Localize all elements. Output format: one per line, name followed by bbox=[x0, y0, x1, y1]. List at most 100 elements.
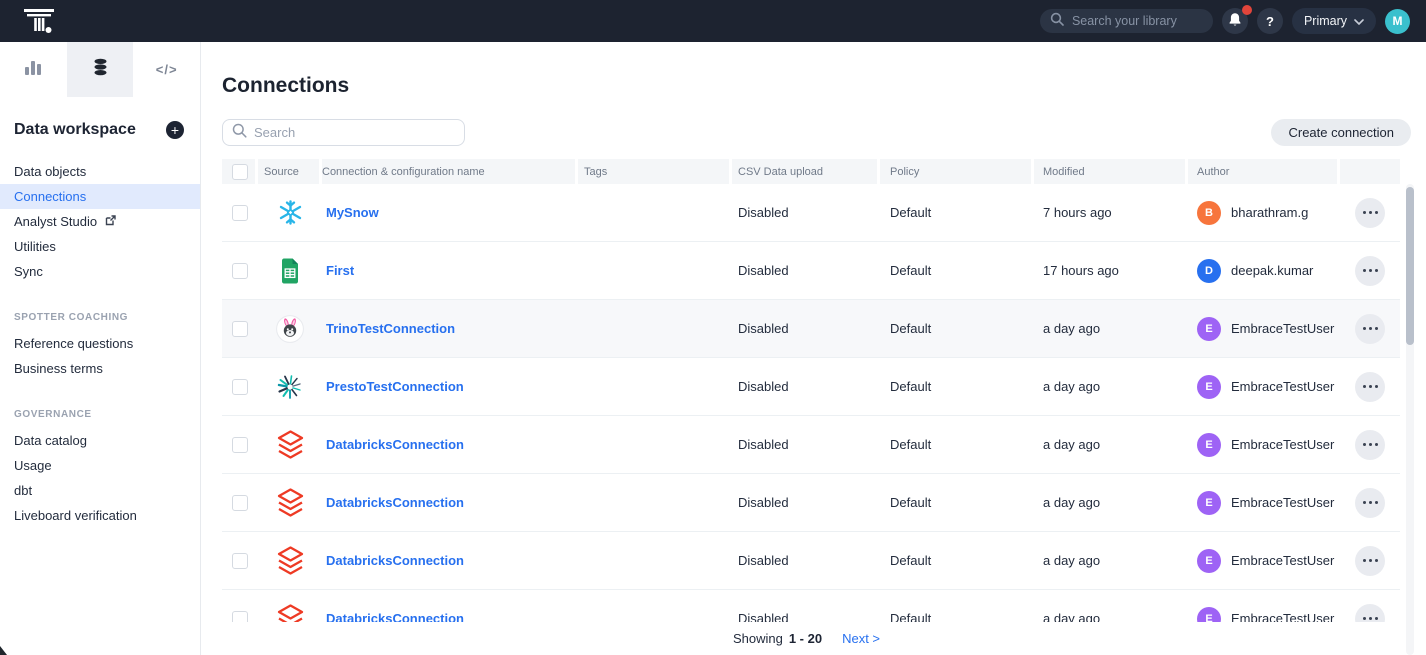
vertical-scrollbar[interactable] bbox=[1406, 184, 1414, 655]
row-checkbox[interactable] bbox=[232, 263, 248, 279]
modified-cell: a day ago bbox=[1034, 553, 1188, 568]
row-checkbox[interactable] bbox=[232, 437, 248, 453]
table-row[interactable]: MySnow Disabled Default 7 hours ago B bh… bbox=[222, 184, 1400, 242]
org-switcher[interactable]: Primary bbox=[1292, 8, 1376, 34]
section-label-governance: GOVERNANCE bbox=[0, 381, 200, 428]
tab-data[interactable] bbox=[67, 42, 134, 97]
table-search[interactable] bbox=[222, 119, 465, 146]
column-header-policy[interactable]: Policy bbox=[880, 159, 1034, 184]
scrollbar-thumb[interactable] bbox=[1406, 187, 1414, 345]
library-search[interactable] bbox=[1040, 9, 1213, 33]
connection-name-link[interactable]: MySnow bbox=[326, 205, 379, 220]
column-header-tags[interactable]: Tags bbox=[578, 159, 732, 184]
column-header-source[interactable]: Source bbox=[258, 159, 322, 184]
connection-name-link[interactable]: DatabricksConnection bbox=[326, 553, 464, 568]
help-button[interactable]: ? bbox=[1257, 8, 1283, 34]
pagination: Showing 1 - 20 Next > bbox=[201, 622, 1412, 655]
user-avatar[interactable]: M bbox=[1385, 9, 1410, 34]
row-actions-button[interactable] bbox=[1355, 372, 1385, 402]
sidebar-item-utilities[interactable]: Utilities bbox=[0, 234, 200, 259]
policy-cell: Default bbox=[880, 553, 1034, 568]
sidebar-item-connections[interactable]: Connections bbox=[0, 184, 200, 209]
bar-chart-icon bbox=[24, 59, 42, 81]
add-button[interactable]: + bbox=[166, 121, 184, 139]
column-header-name[interactable]: Connection & configuration name bbox=[322, 159, 578, 184]
sidebar-item-data-objects[interactable]: Data objects bbox=[0, 159, 200, 184]
row-actions-button[interactable] bbox=[1355, 430, 1385, 460]
policy-cell: Default bbox=[880, 205, 1034, 220]
thoughtspot-logo[interactable] bbox=[22, 7, 56, 35]
row-actions-button[interactable] bbox=[1355, 256, 1385, 286]
sidebar-item-dbt[interactable]: dbt bbox=[0, 478, 200, 503]
author-name: EmbraceTestUser bbox=[1231, 437, 1334, 452]
sidebar-item-reference-questions[interactable]: Reference questions bbox=[0, 331, 200, 356]
author-name: EmbraceTestUser bbox=[1231, 553, 1334, 568]
row-checkbox[interactable] bbox=[232, 205, 248, 221]
sidebar-item-sync[interactable]: Sync bbox=[0, 259, 200, 284]
sheets-icon bbox=[276, 257, 304, 285]
row-checkbox[interactable] bbox=[232, 495, 248, 511]
policy-cell: Default bbox=[880, 263, 1034, 278]
question-mark-icon: ? bbox=[1266, 14, 1274, 29]
create-connection-button[interactable]: Create connection bbox=[1271, 119, 1411, 146]
table-search-input[interactable] bbox=[254, 125, 444, 140]
connection-name-link[interactable]: TrinoTestConnection bbox=[326, 321, 455, 336]
csv-upload-cell: Disabled bbox=[732, 263, 880, 278]
tab-insights[interactable] bbox=[0, 42, 67, 97]
main-content: Connections Create connection Source Con… bbox=[201, 42, 1426, 655]
author-name: bharathram.g bbox=[1231, 205, 1308, 220]
author-avatar: B bbox=[1197, 201, 1221, 225]
sidebar-item-business-terms[interactable]: Business terms bbox=[0, 356, 200, 381]
csv-upload-cell: Disabled bbox=[732, 553, 880, 568]
section-label-spotter-coaching: SPOTTER COACHING bbox=[0, 284, 200, 331]
row-checkbox[interactable] bbox=[232, 321, 248, 337]
tab-developer[interactable]: </> bbox=[133, 42, 200, 97]
showing-label: Showing bbox=[733, 631, 783, 646]
author-avatar: E bbox=[1197, 491, 1221, 515]
row-actions-button[interactable] bbox=[1355, 198, 1385, 228]
column-header-actions bbox=[1340, 159, 1400, 184]
next-page-link[interactable]: Next > bbox=[842, 631, 880, 646]
notification-badge bbox=[1242, 5, 1252, 15]
row-actions-button[interactable] bbox=[1355, 314, 1385, 344]
modified-cell: a day ago bbox=[1034, 495, 1188, 510]
sidebar-item-liveboard-verification[interactable]: Liveboard verification bbox=[0, 503, 200, 528]
connection-name-link[interactable]: DatabricksConnection bbox=[326, 437, 464, 452]
database-icon bbox=[93, 58, 108, 81]
row-checkbox[interactable] bbox=[232, 379, 248, 395]
row-actions-button[interactable] bbox=[1355, 546, 1385, 576]
connection-name-link[interactable]: First bbox=[326, 263, 354, 278]
snowflake-icon bbox=[276, 199, 304, 227]
sidebar-item-data-catalog[interactable]: Data catalog bbox=[0, 428, 200, 453]
row-actions-button[interactable] bbox=[1355, 488, 1385, 518]
column-header-author[interactable]: Author bbox=[1188, 159, 1340, 184]
row-checkbox[interactable] bbox=[232, 553, 248, 569]
code-icon: </> bbox=[156, 62, 178, 77]
org-label: Primary bbox=[1304, 14, 1347, 28]
column-header-csv[interactable]: CSV Data upload bbox=[732, 159, 880, 184]
table-row[interactable]: DatabricksConnection Disabled Default a … bbox=[222, 474, 1400, 532]
bell-icon bbox=[1228, 12, 1242, 30]
sidebar-nav: Data objects Connections Analyst Studio … bbox=[0, 159, 200, 528]
search-icon bbox=[232, 123, 247, 143]
select-all-checkbox[interactable] bbox=[232, 164, 248, 180]
trino-icon bbox=[276, 315, 304, 343]
table-row[interactable]: First Disabled Default 17 hours ago D de… bbox=[222, 242, 1400, 300]
sidebar-item-usage[interactable]: Usage bbox=[0, 453, 200, 478]
table-row[interactable]: DatabricksConnection Disabled Default a … bbox=[222, 416, 1400, 474]
column-header-modified[interactable]: Modified bbox=[1034, 159, 1188, 184]
sidebar-item-analyst-studio[interactable]: Analyst Studio bbox=[0, 209, 200, 234]
notifications-button[interactable] bbox=[1222, 8, 1248, 34]
policy-cell: Default bbox=[880, 495, 1034, 510]
connection-name-link[interactable]: DatabricksConnection bbox=[326, 495, 464, 510]
presto-icon bbox=[276, 373, 304, 401]
page-range: 1 - 20 bbox=[789, 631, 822, 646]
modified-cell: 7 hours ago bbox=[1034, 205, 1188, 220]
policy-cell: Default bbox=[880, 321, 1034, 336]
table-row[interactable]: PrestoTestConnection Disabled Default a … bbox=[222, 358, 1400, 416]
table-row[interactable]: TrinoTestConnection Disabled Default a d… bbox=[222, 300, 1400, 358]
author-avatar: E bbox=[1197, 317, 1221, 341]
connection-name-link[interactable]: PrestoTestConnection bbox=[326, 379, 464, 394]
table-row[interactable]: DatabricksConnection Disabled Default a … bbox=[222, 532, 1400, 590]
library-search-input[interactable] bbox=[1072, 14, 1202, 28]
